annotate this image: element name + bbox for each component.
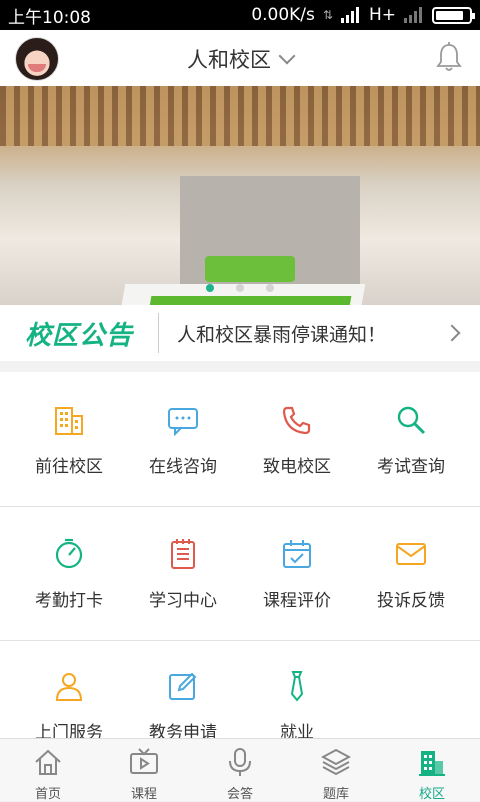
grid-item-0-1[interactable]: 在线咨询 (126, 372, 240, 506)
grid-item-1-1[interactable]: 学习中心 (126, 506, 240, 640)
signal-icon (340, 7, 359, 23)
banner-desk-stripe (148, 296, 352, 305)
grid-item-2-1[interactable]: 教务申请 (126, 640, 240, 738)
grid-item-1-3[interactable]: 投诉反馈 (354, 506, 468, 640)
feature-grid: 前往校区 在线咨询 致电校区 考试查询 考勤打卡 学习中心 课程评价 投诉反馈 上门服务 教务… (0, 372, 480, 738)
notice-bar[interactable]: 校区公告 人和校区暴雨停课通知！ (0, 305, 480, 361)
tab-4[interactable]: 校区 (384, 739, 480, 802)
grid-item-label: 学习中心 (149, 591, 217, 611)
grid-item-label: 考试查询 (377, 457, 445, 477)
notice-label: 校区公告 (24, 320, 133, 351)
tab-0[interactable]: 首页 (0, 739, 96, 802)
grid-item-label: 就业 (280, 723, 314, 738)
home-icon (35, 749, 61, 775)
grid-item-0-2[interactable]: 致电校区 (240, 372, 354, 506)
banner-logo (205, 256, 295, 282)
banner-ceiling (0, 86, 480, 146)
grid-item-label: 致电校区 (263, 457, 331, 477)
campus-selector[interactable]: 人和校区 (0, 44, 480, 74)
tie-icon (290, 671, 304, 702)
grid-row: 前往校区 在线咨询 致电校区 考试查询 (0, 372, 480, 507)
grid-row: 考勤打卡 学习中心 课程评价 投诉反馈 (0, 506, 480, 641)
tab-label: 首页 (34, 787, 61, 802)
carousel-indicator (0, 284, 480, 292)
data-arrows-icon: ⇅ (322, 8, 333, 22)
edit-icon (169, 672, 197, 700)
battery-fill (436, 10, 464, 20)
tab-3[interactable]: 题库 (288, 739, 384, 802)
header: 人和校区 (0, 30, 480, 86)
grid-item-1-2[interactable]: 课程评价 (240, 506, 354, 640)
notice-text: 人和校区暴雨停课通知！ (177, 323, 387, 346)
grid-item-1-0[interactable]: 考勤打卡 (12, 506, 126, 640)
banner-carousel[interactable] (0, 86, 480, 305)
bottom-tab-bar: 首页 课程 会答 题库 校区 (0, 738, 480, 802)
status-indicators: 0.00K/s ⇅ H+ (251, 5, 475, 25)
grid-item-2-2[interactable]: 就业 (240, 640, 354, 738)
notebook-icon (171, 539, 195, 569)
status-bar: 上午10:08 0.00K/s ⇅ H+ (0, 0, 480, 30)
battery-icon (432, 6, 475, 24)
grid-item-label: 投诉反馈 (377, 591, 445, 611)
search-icon (397, 406, 426, 435)
carousel-dot[interactable] (206, 284, 214, 292)
phone-icon (282, 406, 311, 435)
network-type: H+ (368, 5, 396, 25)
grid-item-0-0[interactable]: 前往校区 (12, 372, 126, 506)
mic-icon (229, 748, 251, 776)
bell-icon[interactable] (436, 42, 462, 72)
signal-2-icon (404, 7, 422, 23)
grid-item-label: 上门服务 (35, 723, 103, 738)
tab-label: 校区 (418, 787, 445, 802)
gauge-icon (55, 538, 83, 569)
tab-label: 课程 (130, 787, 157, 802)
status-time: 上午10:08 (8, 7, 91, 28)
mail-icon (396, 543, 426, 565)
grid-row: 上门服务 教务申请 就业 (0, 640, 480, 738)
grid-item-label: 课程评价 (263, 591, 331, 611)
calendar-check-icon (283, 540, 311, 568)
grid-item-label: 教务申请 (149, 723, 217, 738)
tab-label: 题库 (322, 787, 349, 802)
tab-1[interactable]: 课程 (96, 739, 192, 802)
grid-item-0-3[interactable]: 考试查询 (354, 372, 468, 506)
grid-item-label: 前往校区 (35, 457, 103, 477)
grid-item-label: 考勤打卡 (35, 591, 103, 611)
grid-item-label: 在线咨询 (149, 457, 217, 477)
building-icon (55, 407, 83, 435)
carousel-dot[interactable] (266, 284, 274, 292)
chat-icon (168, 408, 198, 436)
tab-2[interactable]: 会答 (192, 739, 288, 802)
layers-icon (321, 748, 351, 776)
person-icon (55, 673, 83, 701)
tab-label: 会答 (226, 787, 253, 802)
chevron-down-icon (278, 47, 296, 65)
network-speed: 0.00K/s (251, 5, 315, 25)
campus-icon (419, 751, 445, 776)
tv-icon (130, 748, 158, 774)
page-title: 人和校区 (187, 48, 271, 72)
carousel-dot[interactable] (236, 284, 244, 292)
chevron-right-icon (443, 324, 461, 342)
grid-item-2-0[interactable]: 上门服务 (12, 640, 126, 738)
